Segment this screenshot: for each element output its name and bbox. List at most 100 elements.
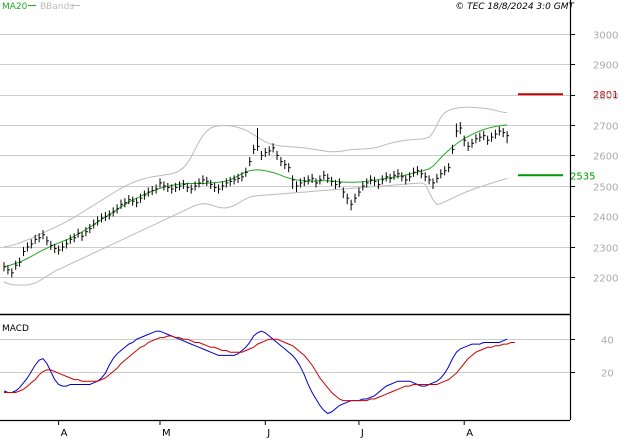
price-bar [319, 175, 322, 185]
price-bar [268, 146, 272, 156]
macd-tick-label: 20 [601, 369, 614, 380]
bband-upper-line [3, 106, 508, 248]
price-bar [229, 176, 233, 186]
price-tick-label: 2800 [593, 92, 618, 103]
price-bar [377, 179, 381, 190]
price-bar [108, 210, 112, 220]
price-bar [459, 121, 463, 135]
price-bar [436, 173, 439, 183]
price-bar [413, 167, 416, 177]
support-level-label: 2535 [570, 171, 595, 182]
price-bar [397, 169, 400, 179]
price-bar [132, 196, 135, 206]
time-axis: AMJJA [58, 420, 473, 439]
signal-line [4, 335, 515, 402]
price-axis: 2200 2300 2400 2500 2600 2700 2800 2900 3000 [570, 31, 618, 285]
price-bar [7, 265, 10, 275]
price-bar [50, 240, 53, 250]
price-bar [257, 128, 260, 151]
price-bar [116, 204, 120, 214]
price-bar [303, 176, 307, 186]
price-bar [280, 157, 283, 167]
price-bar [374, 176, 377, 186]
price-bar [487, 135, 490, 145]
price-bar [112, 207, 116, 217]
price-bar [471, 138, 474, 148]
macd-grid [0, 339, 570, 373]
time-tick-label: J [360, 428, 364, 439]
price-bar [42, 230, 45, 240]
price-bar [218, 184, 221, 194]
price-bar [151, 185, 155, 196]
price-bar [249, 157, 252, 167]
price-bar [143, 190, 147, 200]
price-tick-label: 2500 [593, 183, 618, 194]
chart-canvas: 28012535 2200 2300 2400 2500 2600 2700 2800 290… [0, 0, 618, 439]
price-bar [171, 184, 174, 194]
price-bar [479, 132, 482, 142]
price-bar [424, 172, 428, 182]
price-bar [381, 175, 385, 185]
price-bar [440, 169, 443, 179]
price-bar [163, 181, 166, 191]
macd-axis: 2040 [570, 336, 614, 380]
price-tick-label: 2900 [593, 61, 618, 72]
price-bar [101, 213, 104, 223]
price-bar [58, 245, 61, 255]
price-bar [276, 150, 279, 161]
price-bar [147, 187, 151, 197]
price-bar [362, 181, 365, 191]
price-bar [54, 243, 57, 254]
price-tick-label: 2300 [593, 244, 618, 255]
price-bar [214, 182, 217, 193]
price-bar [405, 175, 408, 185]
price-bar [104, 211, 108, 222]
price-levels: 28012535 [518, 90, 618, 182]
bollinger-bands [3, 106, 508, 286]
price-bar [206, 176, 209, 186]
price-bar [3, 262, 6, 272]
price-bar [77, 228, 81, 238]
price-tick-label: 2600 [593, 152, 618, 163]
price-bar [89, 224, 92, 234]
price-bar [136, 198, 139, 208]
price-bar [210, 179, 213, 190]
time-tick-label: A [466, 428, 473, 439]
price-bar [69, 234, 73, 244]
price-bar [288, 163, 291, 173]
price-bar [483, 131, 486, 141]
bband-lower-line [3, 177, 508, 286]
price-bar [97, 216, 100, 226]
price-grid [0, 34, 570, 278]
price-bar [475, 134, 478, 144]
price-bar [323, 170, 326, 180]
bbands-legend: BBands [40, 2, 74, 12]
price-bar [62, 242, 65, 252]
price-bar [448, 163, 451, 173]
price-bar [432, 178, 435, 190]
price-bar [444, 166, 447, 176]
price-bar [128, 195, 131, 205]
price-bar [416, 166, 420, 176]
macd-tick-label: 40 [601, 336, 614, 347]
price-bar [179, 181, 182, 191]
price-bar [26, 242, 30, 252]
price-bar [327, 173, 330, 183]
price-bar [498, 126, 502, 136]
price-bar [506, 131, 510, 144]
price-bar [245, 167, 248, 177]
time-tick-label: A [61, 428, 68, 439]
price-bar [124, 198, 127, 208]
price-bar [253, 144, 256, 154]
price-bar [494, 129, 498, 139]
price-bar [120, 199, 123, 209]
price-tick-label: 2200 [593, 274, 618, 285]
price-bar [190, 184, 194, 194]
price-bar [167, 182, 170, 193]
price-bar [23, 246, 26, 257]
price-bar [81, 231, 84, 241]
price-bar [307, 175, 311, 185]
price-bar [19, 257, 22, 267]
price-bar [11, 268, 14, 278]
price-bar [73, 233, 77, 243]
